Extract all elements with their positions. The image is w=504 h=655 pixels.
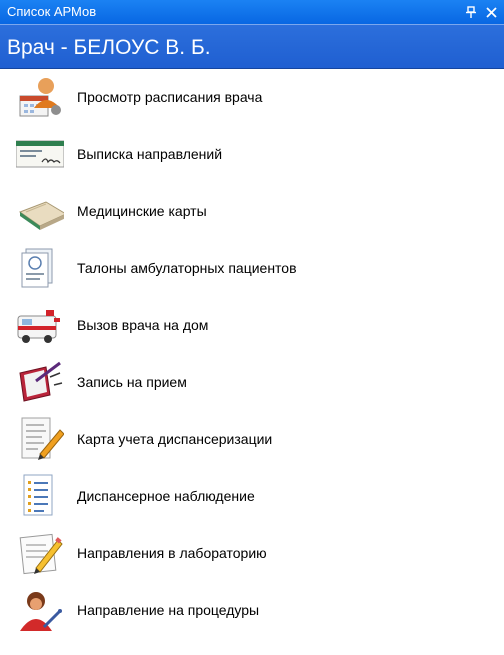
list-item-schedule[interactable]: Просмотр расписания врача xyxy=(0,70,504,124)
list-item-dispensary-observation[interactable]: Диспансерное наблюдение xyxy=(0,469,504,523)
user-title: Врач - БЕЛОУС В. Б. xyxy=(7,36,211,59)
list-item-label: Просмотр расписания врача xyxy=(77,89,263,105)
outpatient-ticket-icon xyxy=(16,245,64,291)
procedures-icon xyxy=(16,587,64,633)
list-item-label: Направления в лабораторию xyxy=(77,545,267,561)
checklist-icon xyxy=(16,473,64,519)
list-item-dispensary-card[interactable]: Карта учета диспансеризации xyxy=(0,412,504,466)
list-item-label: Медицинские карты xyxy=(77,203,207,219)
user-header: Врач - БЕЛОУС В. Б. xyxy=(0,24,504,69)
panel-titlebar: Список АРМов xyxy=(0,0,504,24)
list-item-label: Вызов врача на дом xyxy=(77,317,209,333)
pin-icon[interactable] xyxy=(464,4,478,20)
referral-document-icon xyxy=(15,131,65,177)
lab-referral-icon xyxy=(16,530,64,576)
list-item-label: Запись на прием xyxy=(77,374,187,390)
ambulance-icon xyxy=(16,302,64,348)
list-item-label: Диспансерное наблюдение xyxy=(77,488,255,504)
panel-title: Список АРМов xyxy=(7,4,97,19)
list-item-label: Карта учета диспансеризации xyxy=(77,431,273,447)
list-item-lab-referrals[interactable]: Направления в лабораторию xyxy=(0,526,504,580)
list-item-label: Талоны амбулаторных пациентов xyxy=(77,260,297,276)
arm-list: Просмотр расписания врача Выписка направ… xyxy=(0,70,504,655)
appointment-book-icon xyxy=(16,359,64,405)
list-item-referrals[interactable]: Выписка направлений xyxy=(0,127,504,181)
list-item-procedures[interactable]: Направление на процедуры xyxy=(0,583,504,637)
list-item-label: Направление на процедуры xyxy=(77,602,260,618)
list-item-label: Выписка направлений xyxy=(77,146,223,162)
doctor-schedule-icon xyxy=(16,74,64,120)
medical-cards-icon xyxy=(16,188,68,234)
dispensary-card-icon xyxy=(16,416,65,462)
close-icon[interactable] xyxy=(484,4,498,20)
list-item-appointment[interactable]: Запись на прием xyxy=(0,355,504,409)
list-item-medical-cards[interactable]: Медицинские карты xyxy=(0,184,504,238)
list-item-home-visit[interactable]: Вызов врача на дом xyxy=(0,298,504,352)
list-item-outpatient-tickets[interactable]: Талоны амбулаторных пациентов xyxy=(0,241,504,295)
